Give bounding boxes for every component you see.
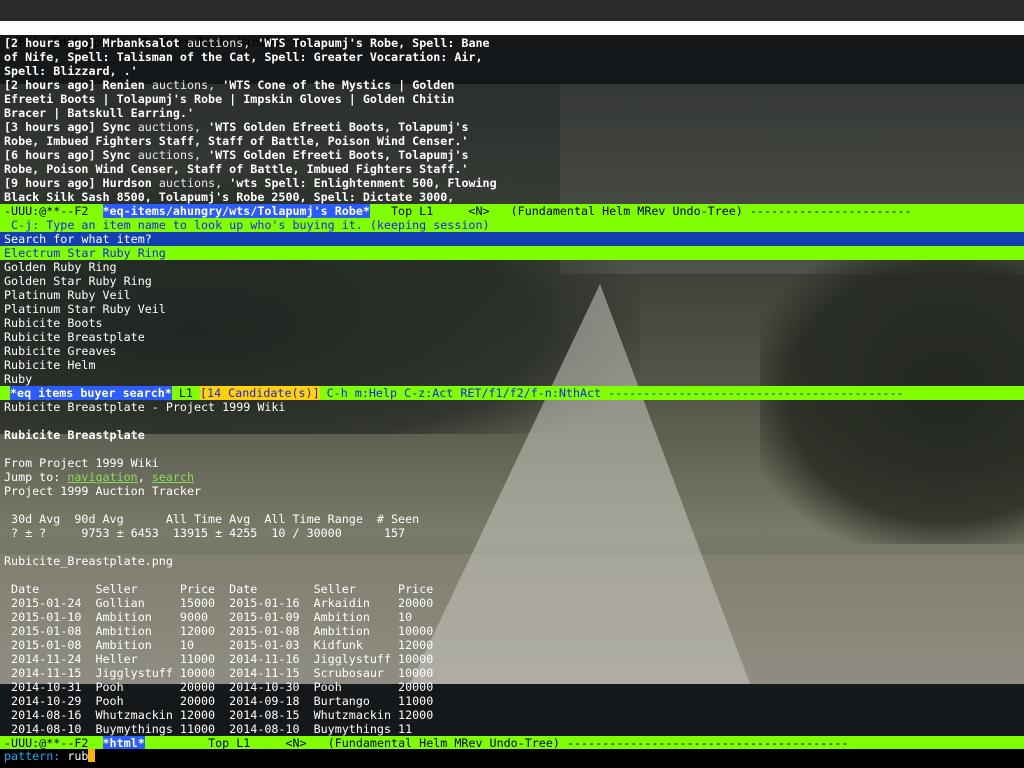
sales-table-header: Date Seller Price Date Seller Price: [4, 582, 434, 596]
mode-line-info: Top L1 <N> (Fundamental Helm MRev Undo-T…: [144, 736, 849, 750]
menu-bar: File Edit Options Buffers Tools Minibuf Help: [0, 21, 1024, 49]
table-row: 2015-01-10 Ambition 9000 2015-01-09 Ambi…: [4, 610, 413, 624]
helm-candidate-selected[interactable]: Electrum Star Ruby Ring: [0, 246, 1024, 260]
helm-candidate[interactable]: Golden Ruby Ring: [4, 260, 117, 274]
auction-line: [2 hours ago] Renien auctions, 'WTS Cone…: [4, 78, 454, 92]
auction-message: 'wts Spell: Enlightenment 500, Flowing: [229, 176, 497, 190]
auction-line: Black Silk Sash 8500, Tolapumj's Robe 25…: [4, 190, 455, 204]
auction-verb: auctions,: [186, 36, 251, 50]
auction-line: Spell: Blizzard, .': [4, 64, 138, 78]
helm-line-number: L1: [171, 386, 200, 400]
jump-to-label: Jump to:: [4, 470, 68, 484]
auction-verb: auctions,: [137, 120, 202, 134]
auction-line: [6 hours ago] Sync auctions, 'WTS Golden…: [4, 148, 468, 162]
wallpaper-road: [410, 284, 750, 684]
minibuffer-input[interactable]: rub: [60, 749, 88, 763]
minibuffer[interactable]: pattern: rub: [0, 749, 1024, 768]
window-titlebar: [0, 0, 1024, 22]
helm-mode-line: *eq items buyer search* L1 [14 Candidate…: [0, 386, 1024, 400]
auction-line: Bracer | Batskull Earring.': [4, 106, 194, 120]
helm-source-header: Search for what item?: [0, 232, 1024, 246]
auction-verb: auctions,: [137, 148, 202, 162]
auction-seller: Hurdson: [102, 176, 152, 190]
mode-line-status: -UUU:@**--F2: [4, 204, 103, 218]
helm-header: C-j: Type an item name to look up who's …: [0, 218, 1024, 232]
auction-time: [9 hours ago]: [4, 176, 96, 190]
auction-time: [2 hours ago]: [4, 78, 96, 92]
auction-line: Robe, Poison Wind Censer, Staff of Battl…: [4, 162, 469, 176]
navigation-link[interactable]: navigation: [67, 470, 137, 484]
table-row: 2014-10-31 Pooh 20000 2014-10-30 Pooh 20…: [4, 680, 434, 694]
auction-message: 'WTS Golden Efreeti Boots, Tolapumj's: [208, 148, 469, 162]
helm-candidate[interactable]: Rubicite Helm: [4, 358, 95, 372]
mode-line-bottom[interactable]: -UUU:@**--F2 *html* Top L1 <N> (Fundamen…: [0, 736, 1024, 750]
price-stats-header: 30d Avg 90d Avg All Time Avg All Time Ra…: [4, 512, 420, 526]
auction-tracker-title: Project 1999 Auction Tracker: [4, 484, 202, 498]
helm-candidate[interactable]: Ruby: [4, 372, 32, 386]
auction-line: [3 hours ago] Sync auctions, 'WTS Golden…: [4, 120, 468, 134]
auction-verb: auctions,: [151, 78, 216, 92]
minibuffer-prompt: pattern:: [4, 749, 61, 763]
wiki-from: From Project 1999 Wiki: [4, 456, 159, 470]
mode-line-top[interactable]: -UUU:@**--F2 *eq-items/ahungry/wts/Tolap…: [0, 204, 1024, 218]
search-link[interactable]: search: [152, 470, 194, 484]
price-stats-values: ? ± ? 9753 ± 6453 13915 ± 4255 10 / 3000…: [4, 526, 406, 540]
table-row: 2014-08-16 Whutzmackin 12000 2014-08-15 …: [4, 708, 434, 722]
helm-candidate[interactable]: Rubicite Greaves: [4, 344, 117, 358]
wiki-page-title: Rubicite Breastplate - Project 1999 Wiki: [4, 400, 286, 414]
auction-line: Efreeti Boots | Tolapumj's Robe | Impski…: [4, 92, 455, 106]
auction-line: [9 hours ago] Hurdson auctions, 'wts Spe…: [4, 176, 497, 190]
auction-line: [2 hours ago] Mrbanksalot auctions, 'WTS…: [4, 36, 490, 50]
auction-seller: Renien: [102, 78, 145, 92]
auction-seller: Sync: [102, 148, 131, 162]
helm-candidate[interactable]: Platinum Star Ruby Veil: [4, 302, 166, 316]
auction-time: [6 hours ago]: [4, 148, 96, 162]
mode-line-status: -UUU:@**--F2: [4, 736, 103, 750]
auction-time: [2 hours ago]: [4, 36, 96, 50]
helm-candidate[interactable]: Platinum Ruby Veil: [4, 288, 131, 302]
table-row: 2015-01-08 Ambition 12000 2015-01-08 Amb…: [4, 624, 434, 638]
helm-buffer-name: *eq items buyer search*: [10, 386, 172, 400]
helm-keybindings: C-h m:Help C-z:Act RET/f1/f2/f-n:NthAct …: [319, 386, 904, 400]
wiki-jump-to: Jump to: navigation, search: [4, 470, 195, 484]
wiki-heading: Rubicite Breastplate: [4, 428, 145, 442]
helm-candidate[interactable]: Rubicite Breastplate: [4, 330, 145, 344]
mode-line-info: Top L1 <N> (Fundamental Helm MRev Undo-T…: [369, 204, 912, 218]
auction-seller: Sync: [102, 120, 131, 134]
table-row: 2014-10-29 Pooh 20000 2014-09-18 Burtang…: [4, 694, 434, 708]
text-cursor: [88, 749, 96, 762]
auction-time: [3 hours ago]: [4, 120, 96, 134]
auction-verb: auctions,: [158, 176, 223, 190]
auction-message: 'WTS Golden Efreeti Boots, Tolapumj's: [208, 120, 469, 134]
table-row: 2014-11-15 Jigglystuff 10000 2014-11-15 …: [4, 666, 434, 680]
table-row: 2014-08-10 Buymythings 11000 2014-08-10 …: [4, 722, 413, 736]
mode-line-buffer-name[interactable]: *eq-items/ahungry/wts/Tolapumj's Robe*: [102, 204, 370, 218]
auction-line: Robe, Imbued Fighters Staff, Staff of Ba…: [4, 134, 469, 148]
helm-candidate[interactable]: Golden Star Ruby Ring: [4, 274, 152, 288]
auction-message: 'WTS Tolapumj's Robe, Spell: Bane: [257, 36, 490, 50]
auction-seller: Mrbanksalot: [102, 36, 180, 50]
helm-candidate[interactable]: Rubicite Boots: [4, 316, 103, 330]
table-row: 2015-01-24 Gollian 15000 2015-01-16 Arka…: [4, 596, 434, 610]
helm-candidate-count: [14 Candidate(s)]: [200, 386, 320, 400]
auction-line: of Nife, Spell: Talisman of the Cat, Spe…: [4, 50, 483, 64]
table-row: 2015-01-08 Ambition 10 2015-01-03 Kidfun…: [4, 638, 434, 652]
mode-line-buffer-name[interactable]: *html*: [102, 736, 145, 750]
item-image-filename[interactable]: Rubicite_Breastplate.png: [4, 554, 173, 568]
auction-message: 'WTS Cone of the Mystics | Golden: [222, 78, 455, 92]
table-row: 2014-11-24 Heller 11000 2014-11-16 Jiggl…: [4, 652, 434, 666]
